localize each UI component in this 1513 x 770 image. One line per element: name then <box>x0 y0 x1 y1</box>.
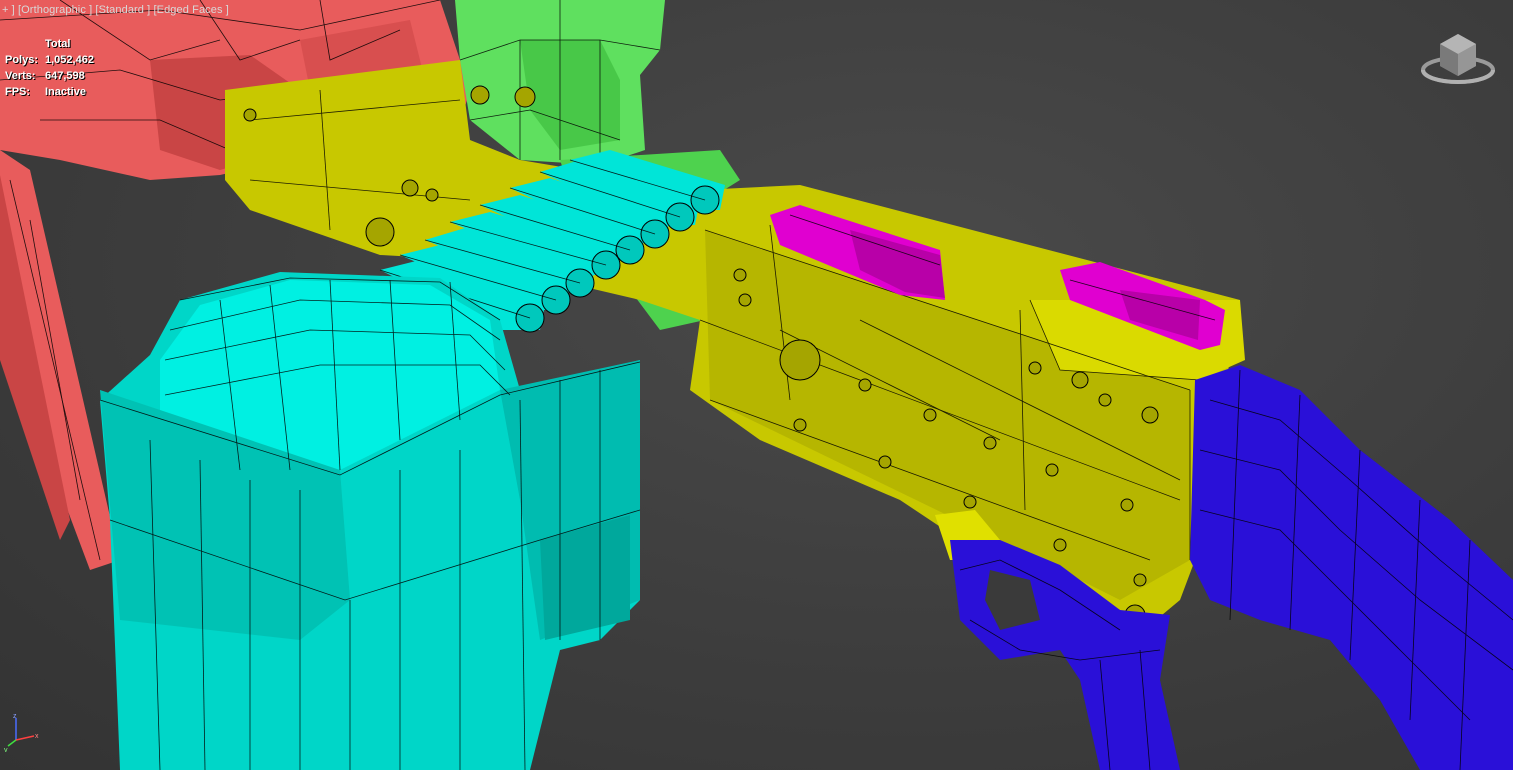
axis-tripod: z x y <box>4 712 44 754</box>
axis-y-label: y <box>4 747 8 752</box>
viewport-menu-plus[interactable]: + ] <box>2 4 15 16</box>
axis-x-label: x <box>35 733 39 740</box>
fps-value: Inactive <box>45 86 86 98</box>
ammo-box-mesh <box>99 272 641 770</box>
verts-value: 647,598 <box>45 70 85 82</box>
viewport-view-label[interactable]: [Orthographic ] <box>18 4 92 16</box>
axis-z-label: z <box>13 713 17 720</box>
viewport-label[interactable]: + ] [Orthographic ] [Standard ] [Edged F… <box>2 4 229 16</box>
fps-label: FPS: <box>5 86 31 98</box>
viewport-scene <box>0 0 1513 770</box>
3d-viewport[interactable]: + ] [Orthographic ] [Standard ] [Edged F… <box>0 0 1513 770</box>
polys-label: Polys: <box>5 54 39 66</box>
polys-value: 1,052,462 <box>45 54 94 66</box>
viewport-display-mode[interactable]: [Edged Faces ] <box>154 4 229 16</box>
viewcube-icon <box>1421 34 1495 84</box>
viewport-shading-standard[interactable]: [Standard ] <box>95 4 150 16</box>
stats-header: Total <box>45 38 71 50</box>
axis-tripod-icon: z x y <box>4 713 39 754</box>
viewcube[interactable] <box>1420 30 1496 92</box>
verts-label: Verts: <box>5 70 36 82</box>
